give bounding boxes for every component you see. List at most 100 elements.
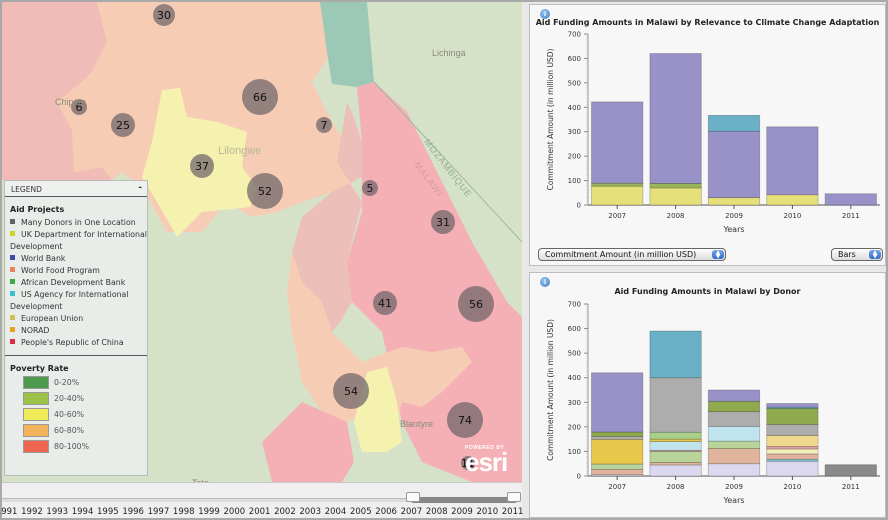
bar-segment[interactable] <box>707 130 761 199</box>
year-label[interactable]: 2004 <box>323 507 348 517</box>
bar-segment[interactable] <box>707 400 761 413</box>
bar-segment[interactable] <box>591 463 644 470</box>
bar-segment[interactable] <box>591 185 644 206</box>
poverty-rate-list: 0-20% 20-40% 40-60% 60-80% 80-100% <box>5 376 147 453</box>
aid-legend-label: US Agency for International Development <box>10 290 129 311</box>
measure-select[interactable]: Commitment Amount (in million USD) ▲ ▼ <box>538 248 726 261</box>
legend-header: LEGEND - <box>5 181 147 197</box>
bar-segment[interactable] <box>591 438 644 465</box>
year-label[interactable]: 2003 <box>298 507 323 517</box>
bar-segment[interactable] <box>649 377 702 433</box>
project-cluster-marker[interactable]: 5 <box>362 180 378 196</box>
map-view[interactable]: 30 6 25 66 7 37 52 5 31 41 56 54 74 11 Lichinga Chipat… <box>2 2 522 482</box>
year-label[interactable]: 1996 <box>120 507 145 517</box>
bar-segment[interactable] <box>591 431 644 437</box>
poverty-legend-item: 60-80% <box>23 424 147 437</box>
bar-segment[interactable] <box>649 431 702 440</box>
year-label[interactable]: 1995 <box>95 507 120 517</box>
bar-segment[interactable] <box>707 448 761 465</box>
project-cluster-marker[interactable]: 74 <box>447 402 483 438</box>
bar-segment[interactable] <box>649 330 702 379</box>
measure-select-value: Commitment Amount (in million USD) <box>545 250 697 259</box>
bar-segment[interactable] <box>649 451 702 463</box>
year-label[interactable]: 1993 <box>45 507 70 517</box>
project-cluster-marker[interactable]: 41 <box>373 291 397 315</box>
project-cluster-marker[interactable]: 66 <box>242 79 278 115</box>
project-cluster-marker[interactable]: 52 <box>247 173 283 209</box>
bar-segment[interactable] <box>707 389 761 402</box>
chart-type-select[interactable]: Bars ▲ ▼ <box>831 248 883 261</box>
bar-segment[interactable] <box>766 423 819 436</box>
time-slider-end-handle[interactable] <box>507 492 521 502</box>
year-label[interactable]: 2005 <box>348 507 373 517</box>
legend-collapse-button[interactable]: - <box>138 183 142 193</box>
project-cluster-marker[interactable]: 25 <box>111 113 135 137</box>
project-cluster-marker[interactable]: 30 <box>153 4 175 26</box>
time-slider-start-handle[interactable] <box>406 492 420 502</box>
year-label[interactable]: 2008 <box>424 507 449 517</box>
place-label: Lilongwe <box>218 145 262 157</box>
aid-legend-label: UK Department for International Developm… <box>10 230 147 251</box>
year-label[interactable]: 2001 <box>247 507 272 517</box>
bar-segment[interactable] <box>766 194 819 206</box>
place-label: Lichinga <box>432 48 466 58</box>
project-cluster-marker[interactable]: 31 <box>431 210 455 234</box>
bar-segment[interactable] <box>766 448 819 455</box>
bar-segment[interactable] <box>766 460 819 477</box>
bar-segment[interactable] <box>766 403 819 408</box>
bar-segment[interactable] <box>707 440 761 449</box>
bar-segment[interactable] <box>591 372 644 433</box>
year-label[interactable]: 1992 <box>19 507 44 517</box>
year-label[interactable]: 2010 <box>475 507 500 517</box>
bar-segment[interactable] <box>649 441 702 451</box>
bar-segment[interactable] <box>649 464 702 477</box>
bar-segment[interactable] <box>824 193 877 206</box>
bar-segment[interactable] <box>649 183 702 189</box>
bar-segment[interactable] <box>707 411 761 427</box>
year-label[interactable]: 2007 <box>399 507 424 517</box>
legend-swatch-icon <box>10 291 15 296</box>
bar-segment[interactable] <box>591 468 644 476</box>
year-label[interactable]: 2006 <box>373 507 398 517</box>
bar-segment[interactable] <box>591 101 644 184</box>
esri-attribution[interactable]: POWERED BY esri <box>465 445 508 476</box>
bar-segment[interactable] <box>766 408 819 425</box>
bar-segment[interactable] <box>591 436 644 440</box>
aid-legend-item: European Union <box>5 313 147 325</box>
bar-segment[interactable] <box>766 453 819 460</box>
project-cluster-marker[interactable]: 56 <box>458 286 494 322</box>
time-slider-selected-range[interactable] <box>412 497 516 503</box>
year-label[interactable]: 1994 <box>70 507 95 517</box>
project-cluster-marker[interactable]: 37 <box>190 154 214 178</box>
bar-segment[interactable] <box>707 197 761 206</box>
place-label: Chipata <box>55 97 87 107</box>
project-cluster-marker[interactable]: 7 <box>316 117 332 133</box>
x-axis-label: Years <box>722 496 744 505</box>
bar-segment[interactable] <box>707 114 761 132</box>
bar-segment[interactable] <box>766 126 819 196</box>
bar-segment[interactable] <box>766 435 819 447</box>
select-arrows-icon: ▲ ▼ <box>869 250 881 260</box>
bar-segment[interactable] <box>649 53 702 184</box>
y-tick-label: 400 <box>568 104 581 112</box>
bar-segment[interactable] <box>707 425 761 442</box>
aid-legend-item: US Agency for International Development <box>5 289 147 313</box>
bar-segment[interactable] <box>707 463 761 477</box>
year-label[interactable]: 1991 <box>0 507 19 517</box>
legend-swatch-icon <box>10 327 15 332</box>
bar-segment[interactable] <box>824 464 877 477</box>
year-label[interactable]: 2009 <box>449 507 474 517</box>
year-label[interactable]: 2002 <box>272 507 297 517</box>
poverty-swatch <box>23 392 49 405</box>
bar-segment[interactable] <box>649 187 702 206</box>
year-label[interactable]: 2011 <box>500 507 525 517</box>
year-label[interactable]: 1997 <box>146 507 171 517</box>
year-label[interactable]: 1999 <box>196 507 221 517</box>
year-label[interactable]: 2000 <box>222 507 247 517</box>
time-slider[interactable]: 1991199219931994199519961997199819992000… <box>0 482 525 518</box>
year-label[interactable]: 1998 <box>171 507 196 517</box>
bar-segment[interactable] <box>591 182 644 187</box>
poverty-legend-item: 40-60% <box>23 408 147 421</box>
project-cluster-marker[interactable]: 54 <box>333 373 369 409</box>
poverty-rate-heading: Poverty Rate <box>10 364 69 373</box>
